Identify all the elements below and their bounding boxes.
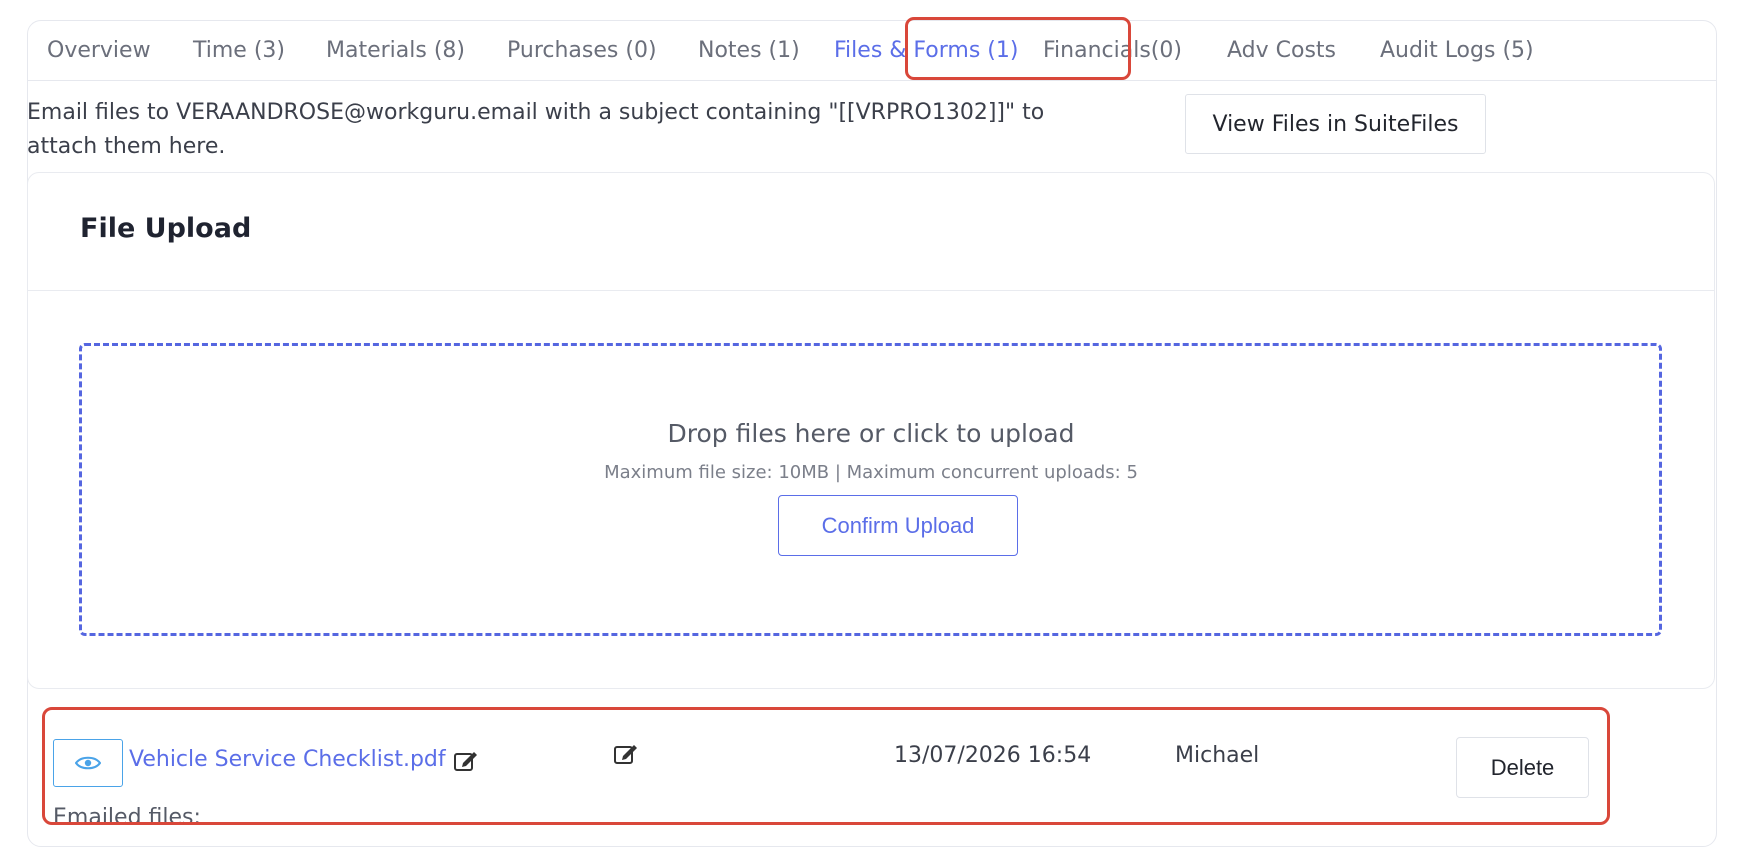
rename-file-icon[interactable] — [453, 749, 479, 777]
tab-files-forms[interactable]: Files & Forms (1) — [834, 20, 1018, 80]
tab-overview[interactable]: Overview — [47, 20, 151, 80]
tab-bar: Overview Time (3) Materials (8) Purchase… — [27, 20, 1717, 81]
tab-audit-logs[interactable]: Audit Logs (5) — [1380, 20, 1534, 80]
file-upload-title: File Upload — [80, 213, 252, 244]
edit-form-icon[interactable] — [613, 742, 639, 770]
eye-icon — [75, 756, 101, 770]
file-upload-header: File Upload — [28, 173, 1714, 291]
tab-adv-costs[interactable]: Adv Costs — [1227, 20, 1336, 80]
file-upload-panel: File Upload Drop files here or click to … — [27, 172, 1715, 689]
tab-financials[interactable]: Financials(0) — [1043, 20, 1182, 80]
file-name-link[interactable]: Vehicle Service Checklist.pdf — [129, 747, 446, 772]
tab-materials[interactable]: Materials (8) — [326, 20, 465, 80]
file-uploaded-by: Michael — [1175, 743, 1260, 768]
delete-file-button[interactable]: Delete — [1456, 737, 1589, 798]
emailed-files-label: Emailed files: — [53, 805, 201, 827]
dropzone-limits: Maximum file size: 10MB | Maximum concur… — [604, 462, 1138, 483]
preview-file-button[interactable] — [53, 739, 123, 787]
tab-purchases[interactable]: Purchases (0) — [507, 20, 657, 80]
file-row: Vehicle Service Checklist.pdf 13/07/2026… — [53, 737, 1603, 799]
tab-notes[interactable]: Notes (1) — [698, 20, 800, 80]
email-attach-instructions: Email files to VERAANDROSE@workguru.emai… — [27, 100, 1045, 159]
file-uploaded-date: 13/07/2026 16:54 — [894, 743, 1092, 768]
dropzone-title: Drop files here or click to upload — [667, 419, 1075, 448]
file-dropzone[interactable] — [79, 343, 1662, 636]
confirm-upload-button[interactable]: Confirm Upload — [778, 495, 1018, 556]
view-suitefiles-button[interactable]: View Files in SuiteFiles — [1185, 94, 1486, 154]
tab-time[interactable]: Time (3) — [193, 20, 285, 80]
